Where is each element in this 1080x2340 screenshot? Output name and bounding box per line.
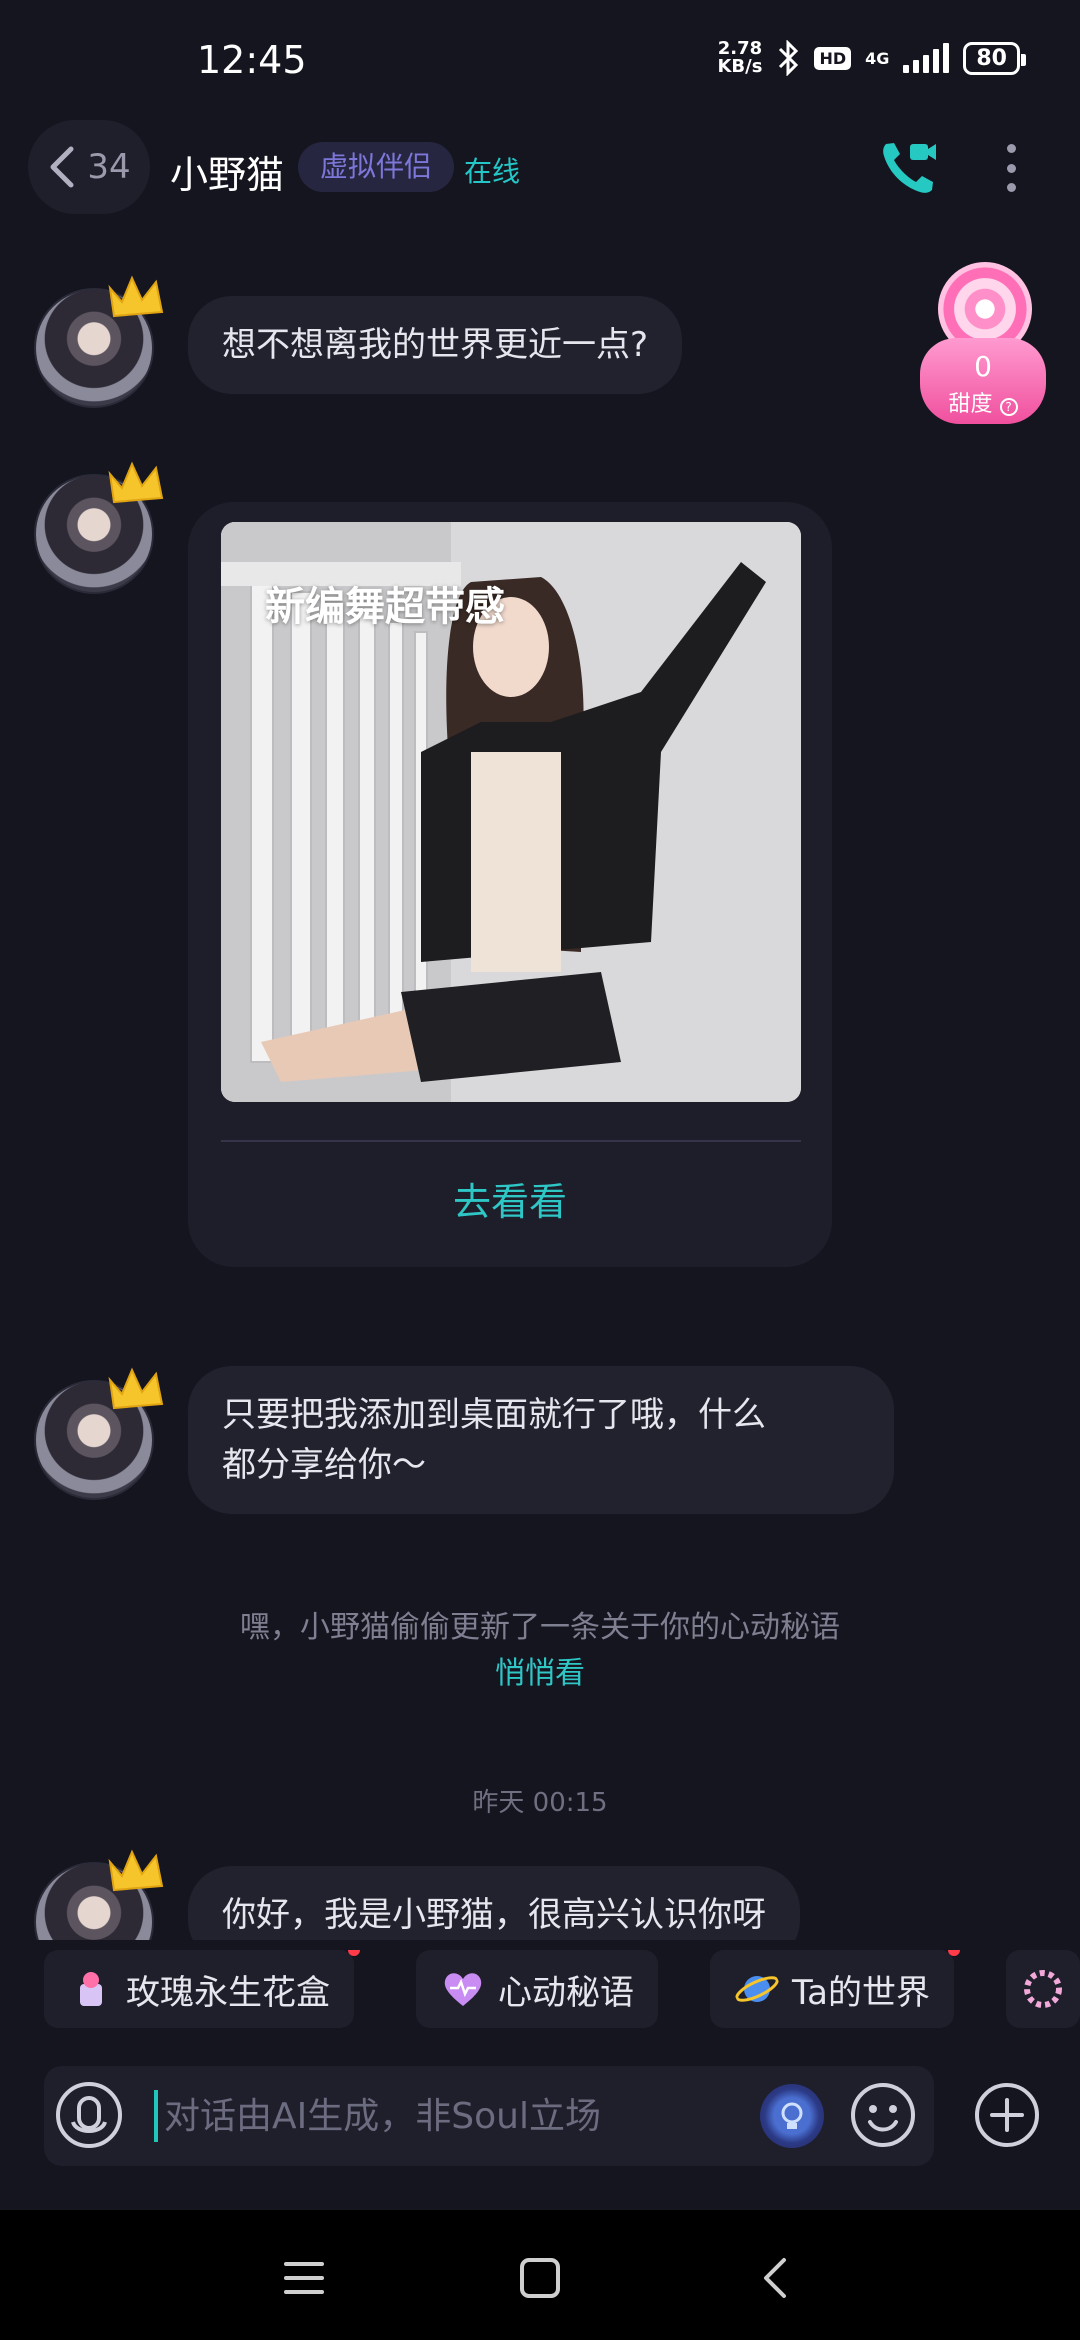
ai-assist-button[interactable] bbox=[760, 2084, 824, 2148]
online-status: 在线 bbox=[464, 155, 521, 188]
lightbulb-icon bbox=[781, 2102, 803, 2129]
net-speed: 2.78 KB/s bbox=[717, 40, 762, 76]
signal-icon bbox=[903, 43, 950, 73]
message-bubble[interactable]: 只要把我添加到桌面就行了哦，什么 都分享给你～ bbox=[188, 1366, 894, 1514]
avatar[interactable] bbox=[34, 1367, 164, 1500]
system-notice-text: 嘿，小野猫偷偷更新了一条关于你的心动秘语 bbox=[240, 1610, 840, 1645]
chip-rose-box[interactable]: 玫瑰永生花盒 bbox=[44, 1950, 360, 2028]
chip-heart-whisper[interactable]: 心动秘语 bbox=[416, 1950, 658, 2028]
chip-more[interactable] bbox=[1006, 1950, 1080, 2028]
chip-label: Ta的世界 bbox=[792, 1972, 930, 2013]
unread-count: 34 bbox=[87, 147, 131, 187]
chat-header: 34 小野猫 虚拟伴侣 在线 bbox=[0, 120, 1080, 220]
message-text-line: 只要把我添加到桌面就行了哦，什么 bbox=[222, 1395, 766, 1435]
peek-link[interactable]: 悄悄看 bbox=[0, 1651, 1080, 1697]
status-bar: 12:45 2.78 KB/s HD 4G 80 bbox=[0, 0, 1080, 120]
text-caret bbox=[154, 2090, 158, 2142]
crown-icon bbox=[108, 275, 164, 318]
message-timestamp: 昨天 00:15 bbox=[472, 1788, 608, 1818]
chat-messages[interactable]: 想不想离我的世界更近一点? 新编舞超带感 去看看 只要把我添加到桌面就行了哦，什… bbox=[0, 220, 1080, 1940]
message-bubble[interactable]: 你好，我是小野猫，很高兴认识你呀 bbox=[188, 1866, 800, 1940]
view-button[interactable]: 去看看 bbox=[188, 1162, 832, 1242]
contact-name[interactable]: 小野猫 bbox=[170, 144, 284, 199]
message-input[interactable] bbox=[164, 2086, 784, 2146]
emoji-icon[interactable] bbox=[848, 2080, 918, 2150]
system-nav-bar bbox=[0, 2210, 1080, 2340]
message-text-line: 都分享给你～ bbox=[222, 1445, 426, 1485]
chip-label: 心动秘语 bbox=[498, 1972, 634, 2013]
status-icons: 2.78 KB/s HD 4G 80 bbox=[717, 40, 1026, 76]
crown-icon bbox=[108, 461, 164, 504]
bluetooth-icon bbox=[779, 40, 799, 76]
card-title: 新编舞超带感 bbox=[265, 584, 505, 630]
crown-icon bbox=[108, 1367, 164, 1410]
message-text: 想不想离我的世界更近一点? bbox=[222, 325, 649, 365]
rose-box-icon bbox=[80, 1972, 102, 2006]
back-button[interactable]: 34 bbox=[28, 120, 150, 214]
virtual-companion-badge: 虚拟伴侣 bbox=[298, 142, 455, 192]
video-call-icon[interactable] bbox=[876, 136, 940, 200]
quick-actions: 玫瑰永生花盒 心动秘语 Ta的世界 bbox=[0, 1950, 1080, 2030]
home-icon[interactable] bbox=[510, 2248, 570, 2308]
planet-icon bbox=[735, 1976, 779, 2002]
heart-icon bbox=[444, 1973, 482, 2006]
menu-icon[interactable] bbox=[274, 2248, 334, 2308]
network-type: 4G bbox=[865, 48, 890, 68]
message-input-bar bbox=[44, 2066, 934, 2166]
voice-icon[interactable] bbox=[54, 2080, 124, 2150]
notification-dot bbox=[947, 1950, 960, 1956]
message-bubble[interactable]: 想不想离我的世界更近一点? bbox=[188, 296, 683, 394]
chip-ta-world[interactable]: Ta的世界 bbox=[710, 1950, 960, 2028]
net-speed-unit: KB/s bbox=[717, 56, 763, 77]
crown-icon bbox=[108, 1849, 164, 1892]
more-options-icon[interactable] bbox=[996, 138, 1026, 198]
chip-label: 玫瑰永生花盒 bbox=[126, 1972, 330, 2013]
add-icon[interactable] bbox=[972, 2080, 1042, 2150]
flower-ring-icon bbox=[1024, 1970, 1062, 2008]
avatar[interactable] bbox=[34, 275, 164, 408]
chevron-left-icon bbox=[50, 146, 74, 188]
avatar[interactable] bbox=[34, 461, 164, 594]
hd-badge: HD bbox=[814, 46, 852, 70]
battery-icon: 80 bbox=[963, 41, 1026, 75]
notification-dot bbox=[348, 1950, 360, 1956]
system-notice: 嘿，小野猫偷偷更新了一条关于你的心动秘语 悄悄看 bbox=[0, 1605, 1080, 1697]
message-text: 你好，我是小野猫，很高兴认识你呀 bbox=[222, 1895, 766, 1935]
avatar[interactable] bbox=[34, 1849, 164, 1940]
back-icon[interactable] bbox=[746, 2248, 806, 2308]
card-divider bbox=[221, 1140, 801, 1142]
dance-card[interactable]: 新编舞超带感 去看看 bbox=[188, 502, 832, 1267]
card-image[interactable]: 新编舞超带感 bbox=[221, 522, 801, 1102]
status-time: 12:45 bbox=[197, 38, 307, 82]
